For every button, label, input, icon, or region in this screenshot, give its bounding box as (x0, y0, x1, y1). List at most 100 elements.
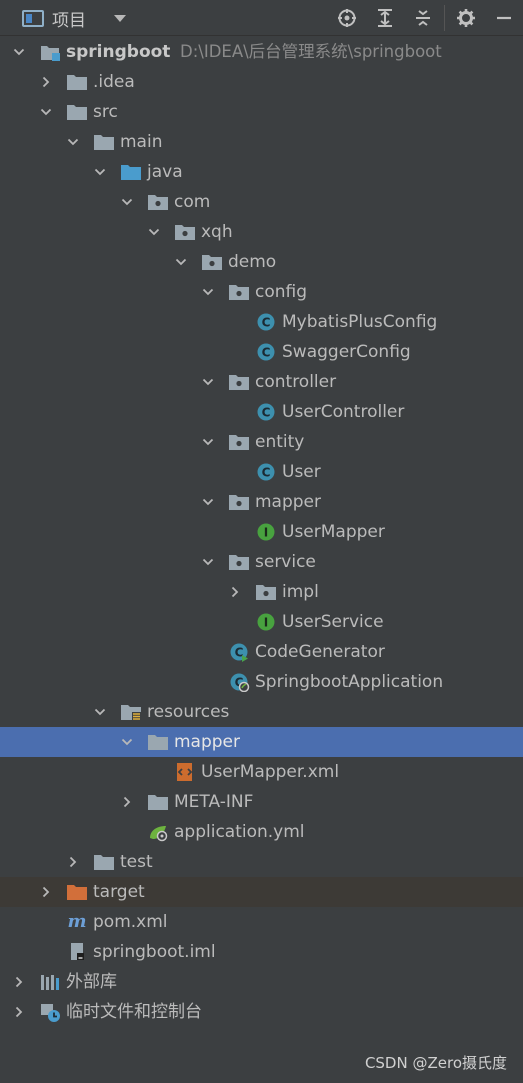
tree-row-interface-userservice[interactable]: I UserService (0, 607, 523, 637)
tree-item-label: UserMapper (282, 522, 385, 542)
svg-text:C: C (262, 466, 271, 480)
tree-row-root[interactable]: springboot D:\IDEA\后台管理系统\springboot (0, 37, 523, 67)
tree-row-file-springboot-iml[interactable]: springboot.iml (0, 937, 523, 967)
chevron-right-icon[interactable] (11, 997, 27, 1027)
svg-text:C: C (262, 406, 271, 420)
scratches-icon (39, 1002, 61, 1022)
chevron-right-icon[interactable] (11, 967, 27, 997)
external-libraries-icon (39, 972, 61, 992)
yaml-file-icon (147, 822, 169, 842)
tree-item-label: mapper (174, 732, 241, 752)
folder-icon (93, 132, 115, 152)
tree-item-label: springboot.iml (93, 942, 216, 962)
tree-item-label: resources (147, 702, 230, 722)
toolbar-divider (444, 5, 445, 31)
chevron-right-icon[interactable] (65, 847, 81, 877)
tree-row-package-mapper[interactable]: mapper (0, 487, 523, 517)
tree-item-label: java (147, 162, 183, 182)
tree-item-label: src (93, 102, 118, 122)
tree-row-resources-mapper-folder[interactable]: mapper (0, 727, 523, 757)
chevron-down-icon[interactable] (11, 37, 27, 67)
tree-item-label: UserMapper.xml (201, 762, 340, 782)
folder-icon (66, 102, 88, 122)
tree-item-label: test (120, 852, 153, 872)
tree-row-class-mybatisplusconfig[interactable]: C MybatisPlusConfig (0, 307, 523, 337)
tree-row-package-entity[interactable]: entity (0, 427, 523, 457)
tree-row-java-folder[interactable]: java (0, 157, 523, 187)
tree-row-scratches-and-consoles[interactable]: 临时文件和控制台 (0, 997, 523, 1027)
tree-row-interface-usermapper[interactable]: I UserMapper (0, 517, 523, 547)
svg-text:C: C (262, 346, 271, 360)
project-view-selector[interactable]: 项目 (22, 0, 126, 36)
tree-row-test-folder[interactable]: test (0, 847, 523, 877)
tree-row-external-libraries[interactable]: 外部库 (0, 967, 523, 997)
tree-item-label: main (120, 132, 163, 152)
minimize-icon[interactable] (485, 0, 523, 36)
chevron-right-icon[interactable] (38, 67, 54, 97)
tree-item-label: config (255, 282, 308, 302)
tree-item-label: impl (282, 582, 319, 602)
package-icon (228, 492, 250, 512)
folder-icon (66, 72, 88, 92)
chevron-down-icon[interactable] (200, 427, 216, 457)
tree-row-file-application-yml[interactable]: application.yml (0, 817, 523, 847)
tree-row-package-demo[interactable]: demo (0, 247, 523, 277)
chevron-down-icon[interactable] (200, 547, 216, 577)
tree-row-meta-inf-folder[interactable]: META-INF (0, 787, 523, 817)
tree-row-class-user[interactable]: C User (0, 457, 523, 487)
tree-row-package-xqh[interactable]: xqh (0, 217, 523, 247)
package-icon (228, 432, 250, 452)
package-icon (228, 552, 250, 572)
tree-row-file-pom-xml[interactable]: m pom.xml (0, 907, 523, 937)
chevron-down-icon[interactable] (119, 187, 135, 217)
chevron-down-icon[interactable] (200, 277, 216, 307)
tree-item-label: entity (255, 432, 305, 452)
tree-item-label: UserController (282, 402, 405, 422)
xml-file-icon (174, 762, 196, 782)
tree-row-package-controller[interactable]: controller (0, 367, 523, 397)
tree-row-resources-folder[interactable]: resources (0, 697, 523, 727)
locate-icon[interactable] (328, 0, 366, 36)
tree-row-class-codegenerator[interactable]: C CodeGenerator (0, 637, 523, 667)
chevron-right-icon[interactable] (227, 577, 243, 607)
tree-item-label: springboot (66, 42, 171, 62)
chevron-down-icon[interactable] (200, 487, 216, 517)
chevron-down-icon[interactable] (92, 697, 108, 727)
tree-row-src-folder[interactable]: src (0, 97, 523, 127)
tree-row-class-springbootapplication[interactable]: C SpringbootApplication (0, 667, 523, 697)
tree-row-package-service[interactable]: service (0, 547, 523, 577)
package-icon (228, 372, 250, 392)
chevron-down-icon[interactable] (92, 157, 108, 187)
chevron-down-icon[interactable] (146, 217, 162, 247)
folder-icon (147, 792, 169, 812)
tree-row-class-usercontroller[interactable]: C UserController (0, 397, 523, 427)
tree-row-target-folder[interactable]: target (0, 877, 523, 907)
chevron-down-icon[interactable] (119, 727, 135, 757)
chevron-down-icon[interactable] (200, 367, 216, 397)
package-icon (201, 252, 223, 272)
class-icon: C (255, 342, 277, 362)
chevron-down-icon[interactable] (65, 127, 81, 157)
chevron-right-icon[interactable] (38, 877, 54, 907)
tree-row-package-com[interactable]: com (0, 187, 523, 217)
tree-row-package-config[interactable]: config (0, 277, 523, 307)
expand-all-icon[interactable] (366, 0, 404, 36)
collapse-all-icon[interactable] (404, 0, 442, 36)
chevron-down-icon[interactable] (114, 14, 126, 22)
tree-item-label: User (282, 462, 321, 482)
package-icon (255, 582, 277, 602)
source-folder-icon (120, 162, 142, 182)
chevron-down-icon[interactable] (38, 97, 54, 127)
chevron-down-icon[interactable] (173, 247, 189, 277)
tree-row-package-impl[interactable]: impl (0, 577, 523, 607)
gear-icon[interactable] (447, 0, 485, 36)
tree-row-main-folder[interactable]: main (0, 127, 523, 157)
class-icon: C (255, 462, 277, 482)
tree-row-class-swaggerconfig[interactable]: C SwaggerConfig (0, 337, 523, 367)
package-icon (147, 192, 169, 212)
tree-row-file-usermapper-xml[interactable]: UserMapper.xml (0, 757, 523, 787)
tree-row-idea-folder[interactable]: .idea (0, 67, 523, 97)
tree-item-label: mapper (255, 492, 322, 512)
chevron-right-icon[interactable] (119, 787, 135, 817)
folder-icon (93, 852, 115, 872)
